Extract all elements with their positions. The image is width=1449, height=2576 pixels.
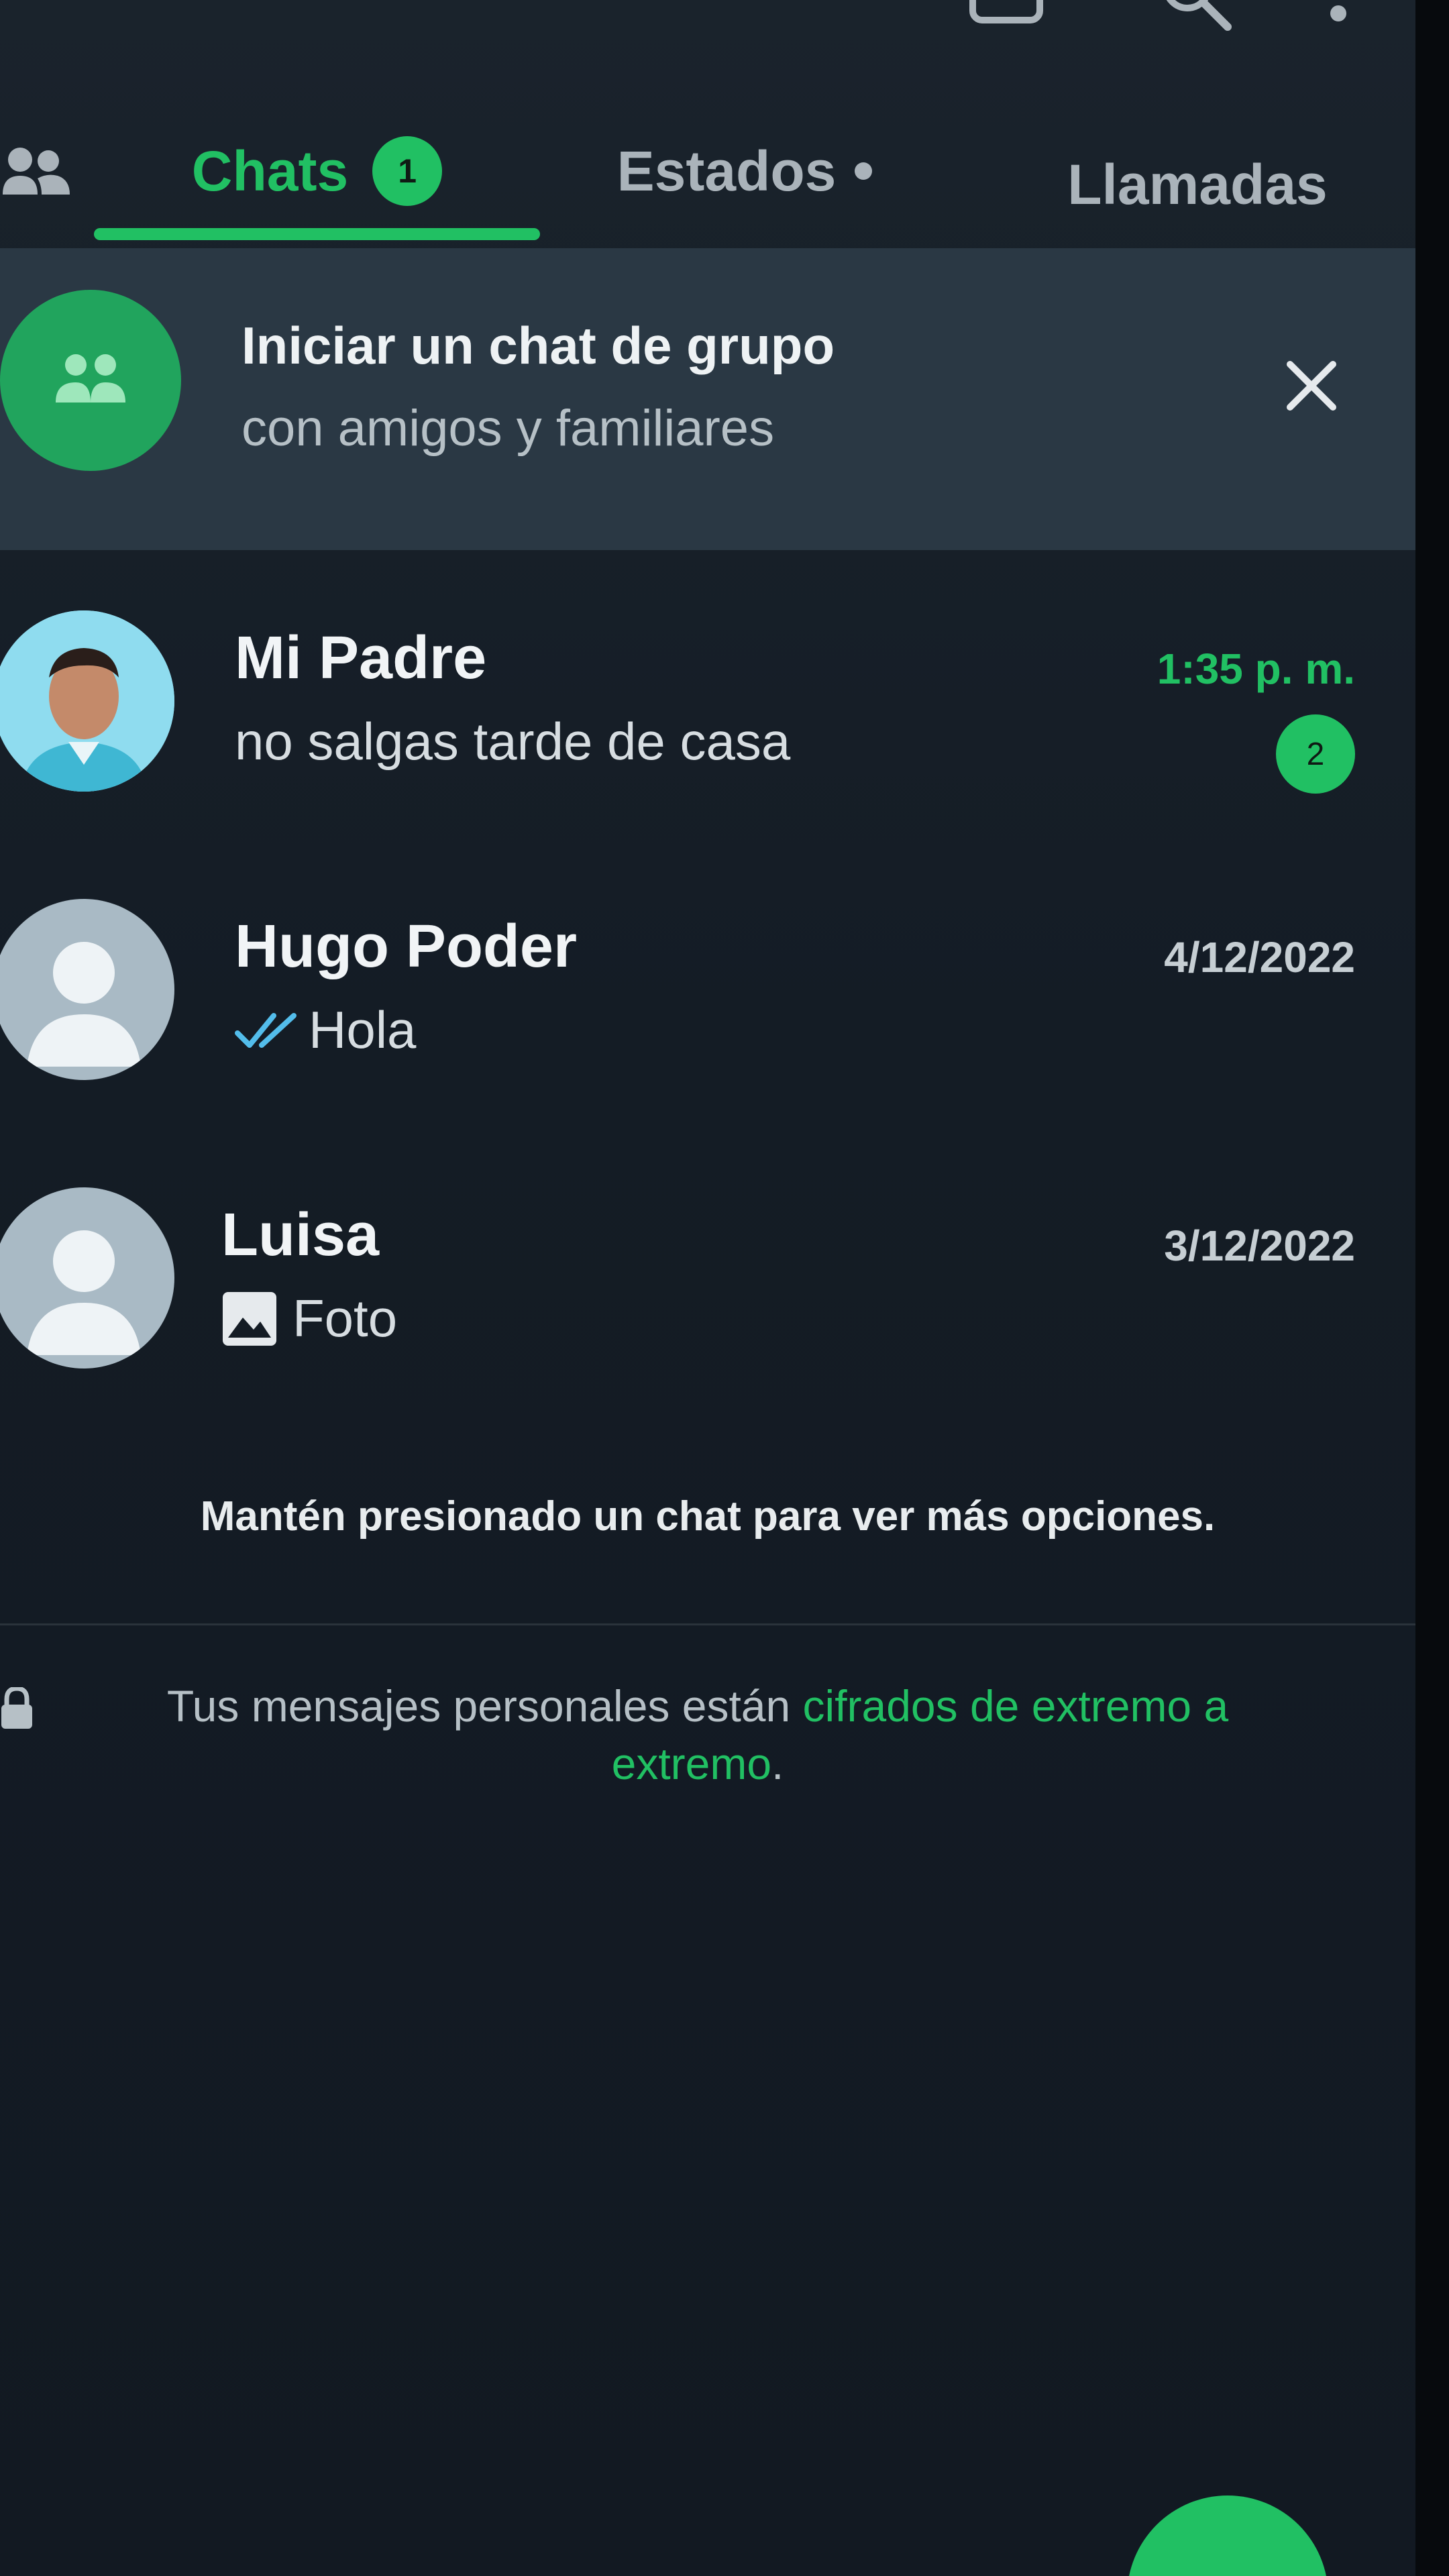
top-bar [0,0,1415,40]
tab-llamadas-label: Llamadas [1067,152,1328,216]
community-icon [3,148,70,195]
status-dot [855,162,873,180]
search-icon[interactable] [1161,0,1234,40]
tab-bar: Chats 1 Estados Llamadas [0,94,1415,248]
close-button[interactable] [1275,349,1348,423]
chat-last-message: Hola [235,1000,416,1061]
long-press-hint: Mantén presionado un chat para ver más o… [200,1493,1216,1540]
chat-name: Luisa [221,1201,380,1269]
banner-subtitle: con amigos y familiares [241,400,775,457]
encryption-prefix: Tus mensajes personales están [166,1681,803,1731]
encryption-notice: Tus mensajes personales están cifrados d… [121,1677,1275,1792]
unread-badge: 2 [1276,714,1355,794]
chat-list-screen: Chats 1 Estados Llamadas Iniciar un chat… [0,0,1415,2576]
chat-name: Mi Padre [235,625,487,692]
avatar[interactable] [0,1187,174,1368]
tab-indicator [94,228,540,240]
group-chat-banner[interactable]: Iniciar un chat de grupo con amigos y fa… [0,248,1415,550]
chat-last-message: no salgas tarde de casa [235,711,790,772]
default-avatar-icon [0,899,174,1080]
chat-time: 1:35 p. m. [1157,645,1355,693]
chat-message-text: Hola [309,1000,417,1059]
device-edge [1415,0,1449,2576]
chat-message-text: Foto [292,1289,398,1348]
avatar[interactable] [0,610,174,792]
group-avatar [0,290,181,471]
profile-photo [0,610,174,792]
chat-time: 3/12/2022 [1164,1222,1355,1270]
tab-chats-label: Chats [191,139,349,203]
encryption-suffix: . [771,1739,784,1788]
new-chat-button[interactable] [1127,2496,1328,2576]
photo-icon [223,1291,276,1346]
tab-estados[interactable]: Estados [604,121,885,221]
group-icon [56,354,125,402]
chat-row-luisa[interactable]: Luisa 3/12/2022 Foto [0,1161,1415,1429]
chat-last-message: Foto [221,1288,397,1349]
tab-community[interactable] [0,121,74,221]
double-check-icon [235,1012,297,1048]
chat-row-hugo-poder[interactable]: Hugo Poder 4/12/2022 Hola [0,872,1415,1140]
chat-message-text: no salgas tarde de casa [235,712,791,771]
lock-icon [1,1687,32,1729]
chat-time: 4/12/2022 [1164,933,1355,981]
avatar[interactable] [0,899,174,1080]
tab-llamadas[interactable]: Llamadas [1046,134,1348,235]
tab-chats-badge: 1 [372,136,443,206]
menu-icon[interactable] [1325,0,1352,27]
default-avatar-icon [0,1187,174,1368]
chat-name: Hugo Poder [235,913,577,980]
close-icon [1287,361,1336,411]
camera-icon[interactable] [966,0,1046,40]
banner-title: Iniciar un chat de grupo [241,316,835,375]
chat-row-mi-padre[interactable]: Mi Padre 1:35 p. m. no salgas tarde de c… [0,584,1415,852]
tab-chats[interactable]: Chats 1 [94,121,540,221]
tab-estados-label: Estados [616,139,837,203]
divider [0,1623,1415,1625]
